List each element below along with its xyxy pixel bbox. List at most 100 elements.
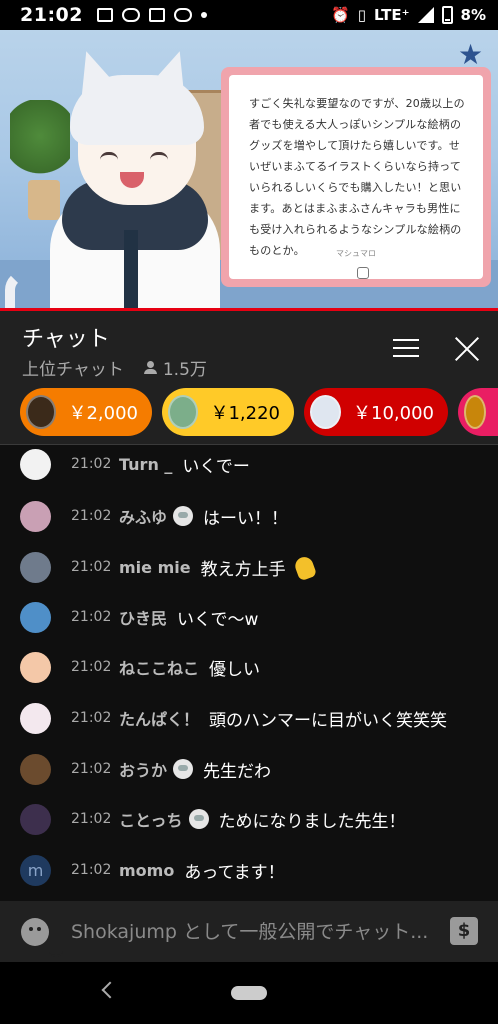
emoji-picker-icon[interactable] [21,918,63,957]
chat-title: チャット [22,327,110,352]
message-text: すごく失礼な要望なのですが、20歳以上の者でも使える大人っぽいシンプルな絵柄のグ… [249,97,465,257]
author-avatar[interactable]: m [20,854,51,886]
back-icon[interactable] [101,981,119,999]
super-chat-ticker[interactable] [458,387,498,436]
message-body: みふゆ はーい！！ [119,504,288,529]
author-avatar[interactable] [20,601,51,633]
author-name[interactable]: おうか [119,757,167,781]
dot-icon [200,12,207,18]
message-footer: マシュマロ [336,249,376,258]
app-icon [148,8,165,22]
author-avatar[interactable] [20,702,51,734]
close-icon[interactable] [453,335,481,363]
message-timestamp: 21:02 [71,761,112,777]
author-name[interactable]: ひき民 [119,605,167,629]
marshmallow-icon [357,267,369,279]
chat-mode-label: 上位チャット [22,360,124,380]
chat-message[interactable]: 21:02 Turn _ いくでー [0,446,498,484]
ticker-amount: ￥1,220 [210,402,280,424]
chat-mode-selector[interactable]: 上位チャット 1.5万 [22,355,207,380]
alarm-icon: ⏰ [331,6,350,24]
signal-icon [417,7,434,23]
message-text: いくでー [182,456,250,477]
message-timestamp: 21:02 [71,710,112,726]
author-name[interactable]: ことっち [119,807,183,831]
message-timestamp: 21:02 [71,811,112,827]
chat-message[interactable]: m 21:02 momo あってます！ [0,850,498,890]
message-text: はーい！！ [203,508,289,529]
ticker-avatar [168,394,199,429]
author-avatar[interactable] [20,753,51,785]
author-avatar[interactable] [20,551,51,583]
message-text: 優しい [209,659,261,680]
message-body: たんぱく！ 頭のハンマーに目がいく笑笑笑 [119,706,447,731]
chat-message[interactable]: 21:02 たんぱく！ 頭のハンマーに目がいく笑笑笑 [0,698,498,738]
filter-settings-icon[interactable] [393,337,419,359]
network-label: LTE⁺ [374,6,410,24]
message-text: 頭のハンマーに目がいく笑笑笑 [209,710,448,731]
author-name[interactable]: みふゆ [119,504,167,528]
plant-decoration [10,100,70,190]
author-name[interactable]: ねここねこ [119,655,199,679]
author-name[interactable]: たんぱく！ [119,706,199,730]
chat-message[interactable]: 21:02 ことっち ためになりました先生！ [0,799,498,839]
message-text: 先生だわ [203,761,272,782]
chat-message[interactable]: 21:02 みふゆ はーい！！ [0,496,498,536]
plant-pot [28,180,60,220]
member-badge-icon [173,759,194,779]
author-avatar[interactable] [20,803,51,835]
ticker-avatar [26,394,57,429]
system-icons: ⏰ ▯ LTE⁺ 8% [331,6,486,24]
message-body: mie mie 教え方上手 [119,553,318,581]
ticker-avatar [310,394,342,429]
author-name[interactable]: momo [119,861,174,880]
message-body: ことっち ためになりました先生！ [119,807,406,832]
super-chat-ticker[interactable]: ￥2,000 [20,387,152,436]
super-chat-ticker[interactable]: ￥10,000 [304,387,448,436]
clapping-hands-icon [290,553,318,581]
super-chat-icon[interactable]: $ [450,917,478,945]
message-timestamp: 21:02 [71,559,112,575]
ticker-avatar [464,394,486,429]
super-chat-tickers: ￥2,000 ￥1,220 ￥10,000 [0,379,498,445]
message-text: ためになりました先生！ [218,811,406,832]
home-pill[interactable] [231,986,267,1000]
avatar-eye-right [150,152,168,160]
gallery-icon [96,8,113,22]
author-avatar[interactable] [20,500,51,532]
chat-message[interactable]: 21:02 ねここねこ 優しい [0,647,498,687]
chat-message[interactable]: 21:02 ひき民 いくで〜w [0,597,498,637]
member-badge-icon [173,506,194,526]
message-body: momo あってます！ [119,858,285,883]
battery-level: 8% [460,6,486,24]
member-badge-icon [188,809,209,829]
author-avatar[interactable] [20,651,51,683]
avatar-eye-left [100,152,118,160]
message-text: あってます！ [184,862,285,883]
author-avatar[interactable] [20,448,51,480]
chat-input[interactable] [71,916,431,948]
line-icon [121,8,140,22]
message-body: Turn _ いくでー [119,452,250,477]
chat-message[interactable]: 21:02 おうか 先生だわ [0,749,498,789]
chat-header: チャット 上位チャット 1.5万 [0,311,498,380]
super-chat-ticker[interactable]: ￥1,220 [162,387,294,436]
author-name[interactable]: Turn _ [119,455,172,474]
ticker-amount: ￥2,000 [68,402,138,424]
video-player[interactable]: ★ すごく失礼な要望なのですが、20歳以上の者でも使える大人っぽいシンプルな絵柄… [0,30,498,308]
message-timestamp: 21:02 [71,456,112,472]
marshmallow-message-board: すごく失礼な要望なのですが、20歳以上の者でも使える大人っぽいシンプルな絵柄のグ… [221,67,491,287]
message-timestamp: 21:02 [71,862,112,878]
system-navigation-bar [0,962,498,1024]
avatar-tail [5,270,45,308]
author-name[interactable]: mie mie [119,558,191,577]
battery-icon [441,6,453,24]
chat-message[interactable]: 21:02 mie mie 教え方上手 [0,547,498,587]
chat-message-list[interactable]: 21:02 Turn _ いくでー 21:02 みふゆ はーい！！ 21:02 mie mie… [0,446,498,901]
ticker-amount: ￥10,000 [353,402,434,424]
message-body: ひき民 いくで〜w [119,605,258,630]
status-time: 21:02 [20,4,83,26]
avatar-hair [70,75,204,145]
viewer-icon [143,361,157,374]
message-card: すごく失礼な要望なのですが、20歳以上の者でも使える大人っぽいシンプルな絵柄のグ… [229,75,483,279]
